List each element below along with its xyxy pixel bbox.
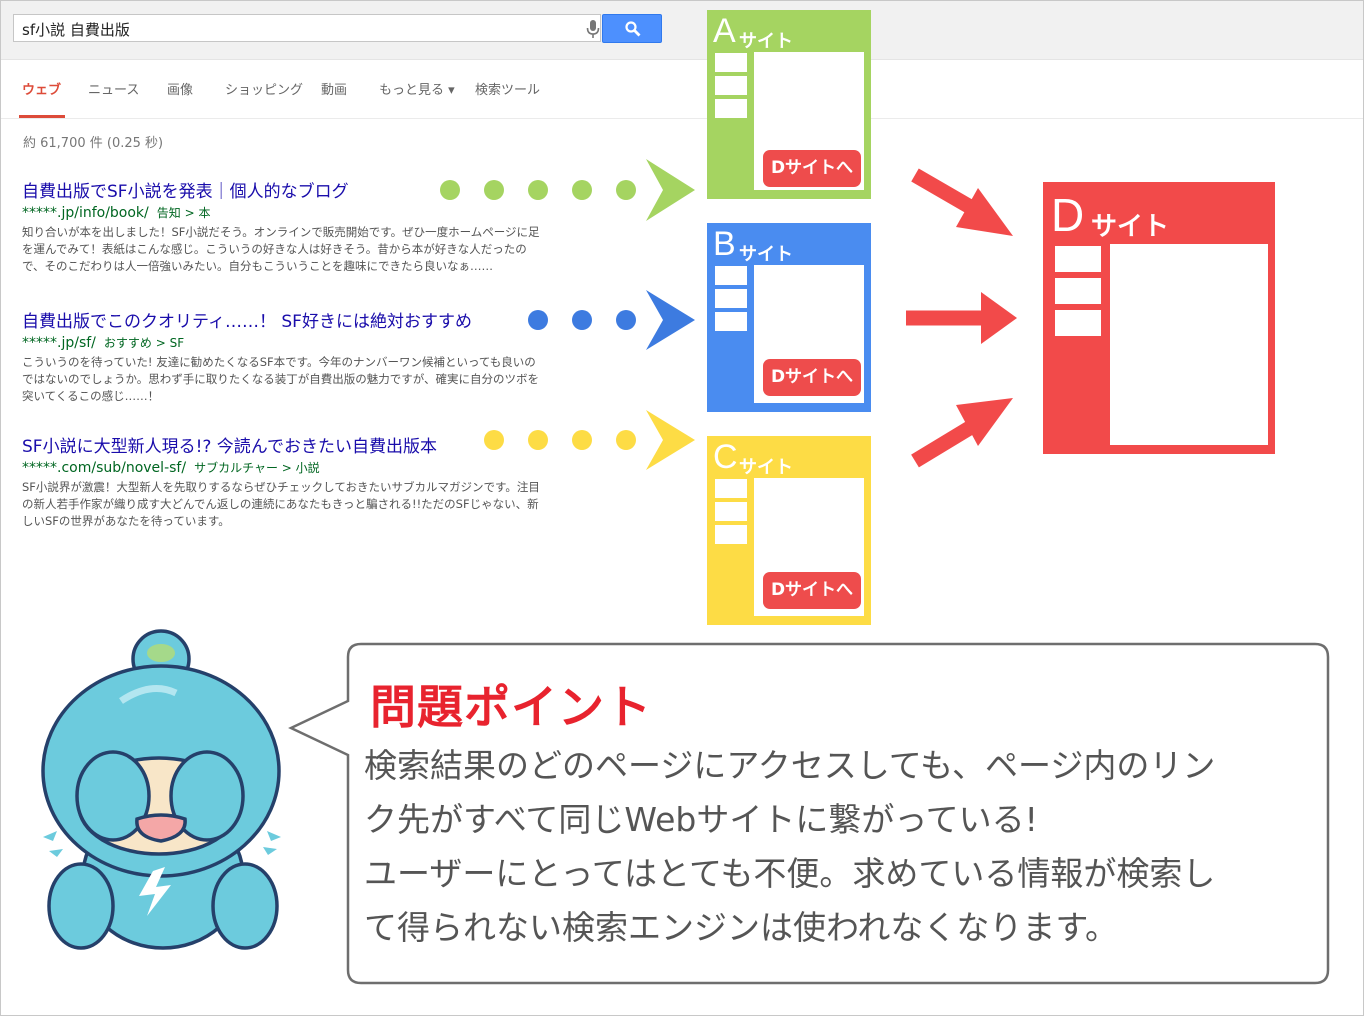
problem-line: て得られない検索エンジンは使われなくなります。 xyxy=(364,908,1119,947)
connector-result1-to-site-a xyxy=(440,159,695,221)
crying-mascot-illustration xyxy=(41,629,281,950)
problem-description: 検索結果のどのページにアクセスしても、ページ内のリン ク先がすべて同じWebサイ… xyxy=(364,739,1314,955)
problem-heading: 問題ポイント xyxy=(370,680,652,734)
connector-result3-to-site-c xyxy=(484,410,695,470)
arrow-site-b-to-d xyxy=(906,292,1017,344)
figure-frame: sf小説 自費出版 ウェブ ニュース 画像 ショッピング 動画 もっと見る ▾ … xyxy=(0,0,1364,1016)
arrow-site-a-to-d xyxy=(911,168,1013,236)
arrow-site-c-to-d xyxy=(911,398,1013,468)
problem-line: ユーザーにとってはとても不便。求めている情報が検索し xyxy=(364,854,1216,893)
connector-result2-to-site-b xyxy=(528,290,695,350)
problem-line: ク先がすべて同じWebサイトに繋がっている! xyxy=(364,800,1038,839)
problem-line: 検索結果のどのページにアクセスしても、ページ内のリン xyxy=(364,746,1216,785)
